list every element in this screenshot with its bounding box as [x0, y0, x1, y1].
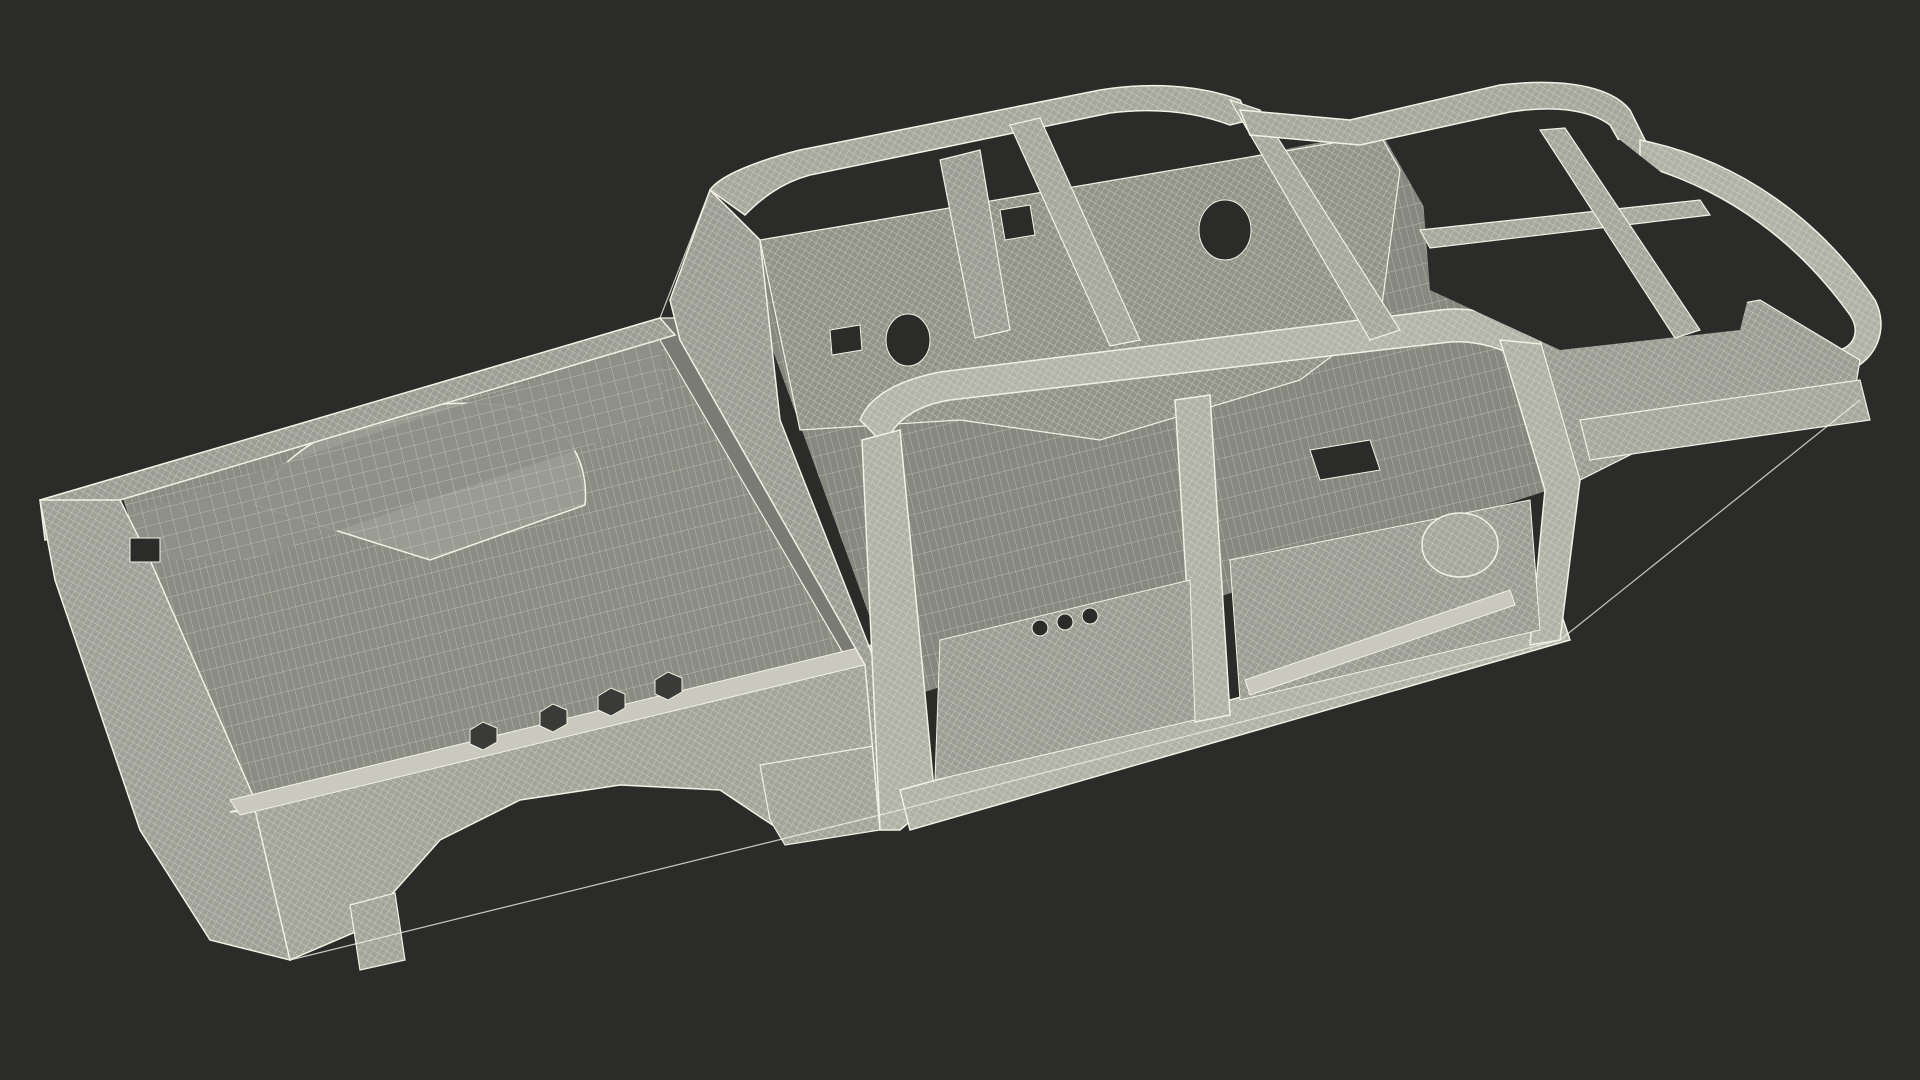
render-viewport	[0, 0, 1920, 1080]
truck-body-wireframe	[39, 81, 1882, 971]
bed-wall-cutout	[129, 537, 161, 563]
